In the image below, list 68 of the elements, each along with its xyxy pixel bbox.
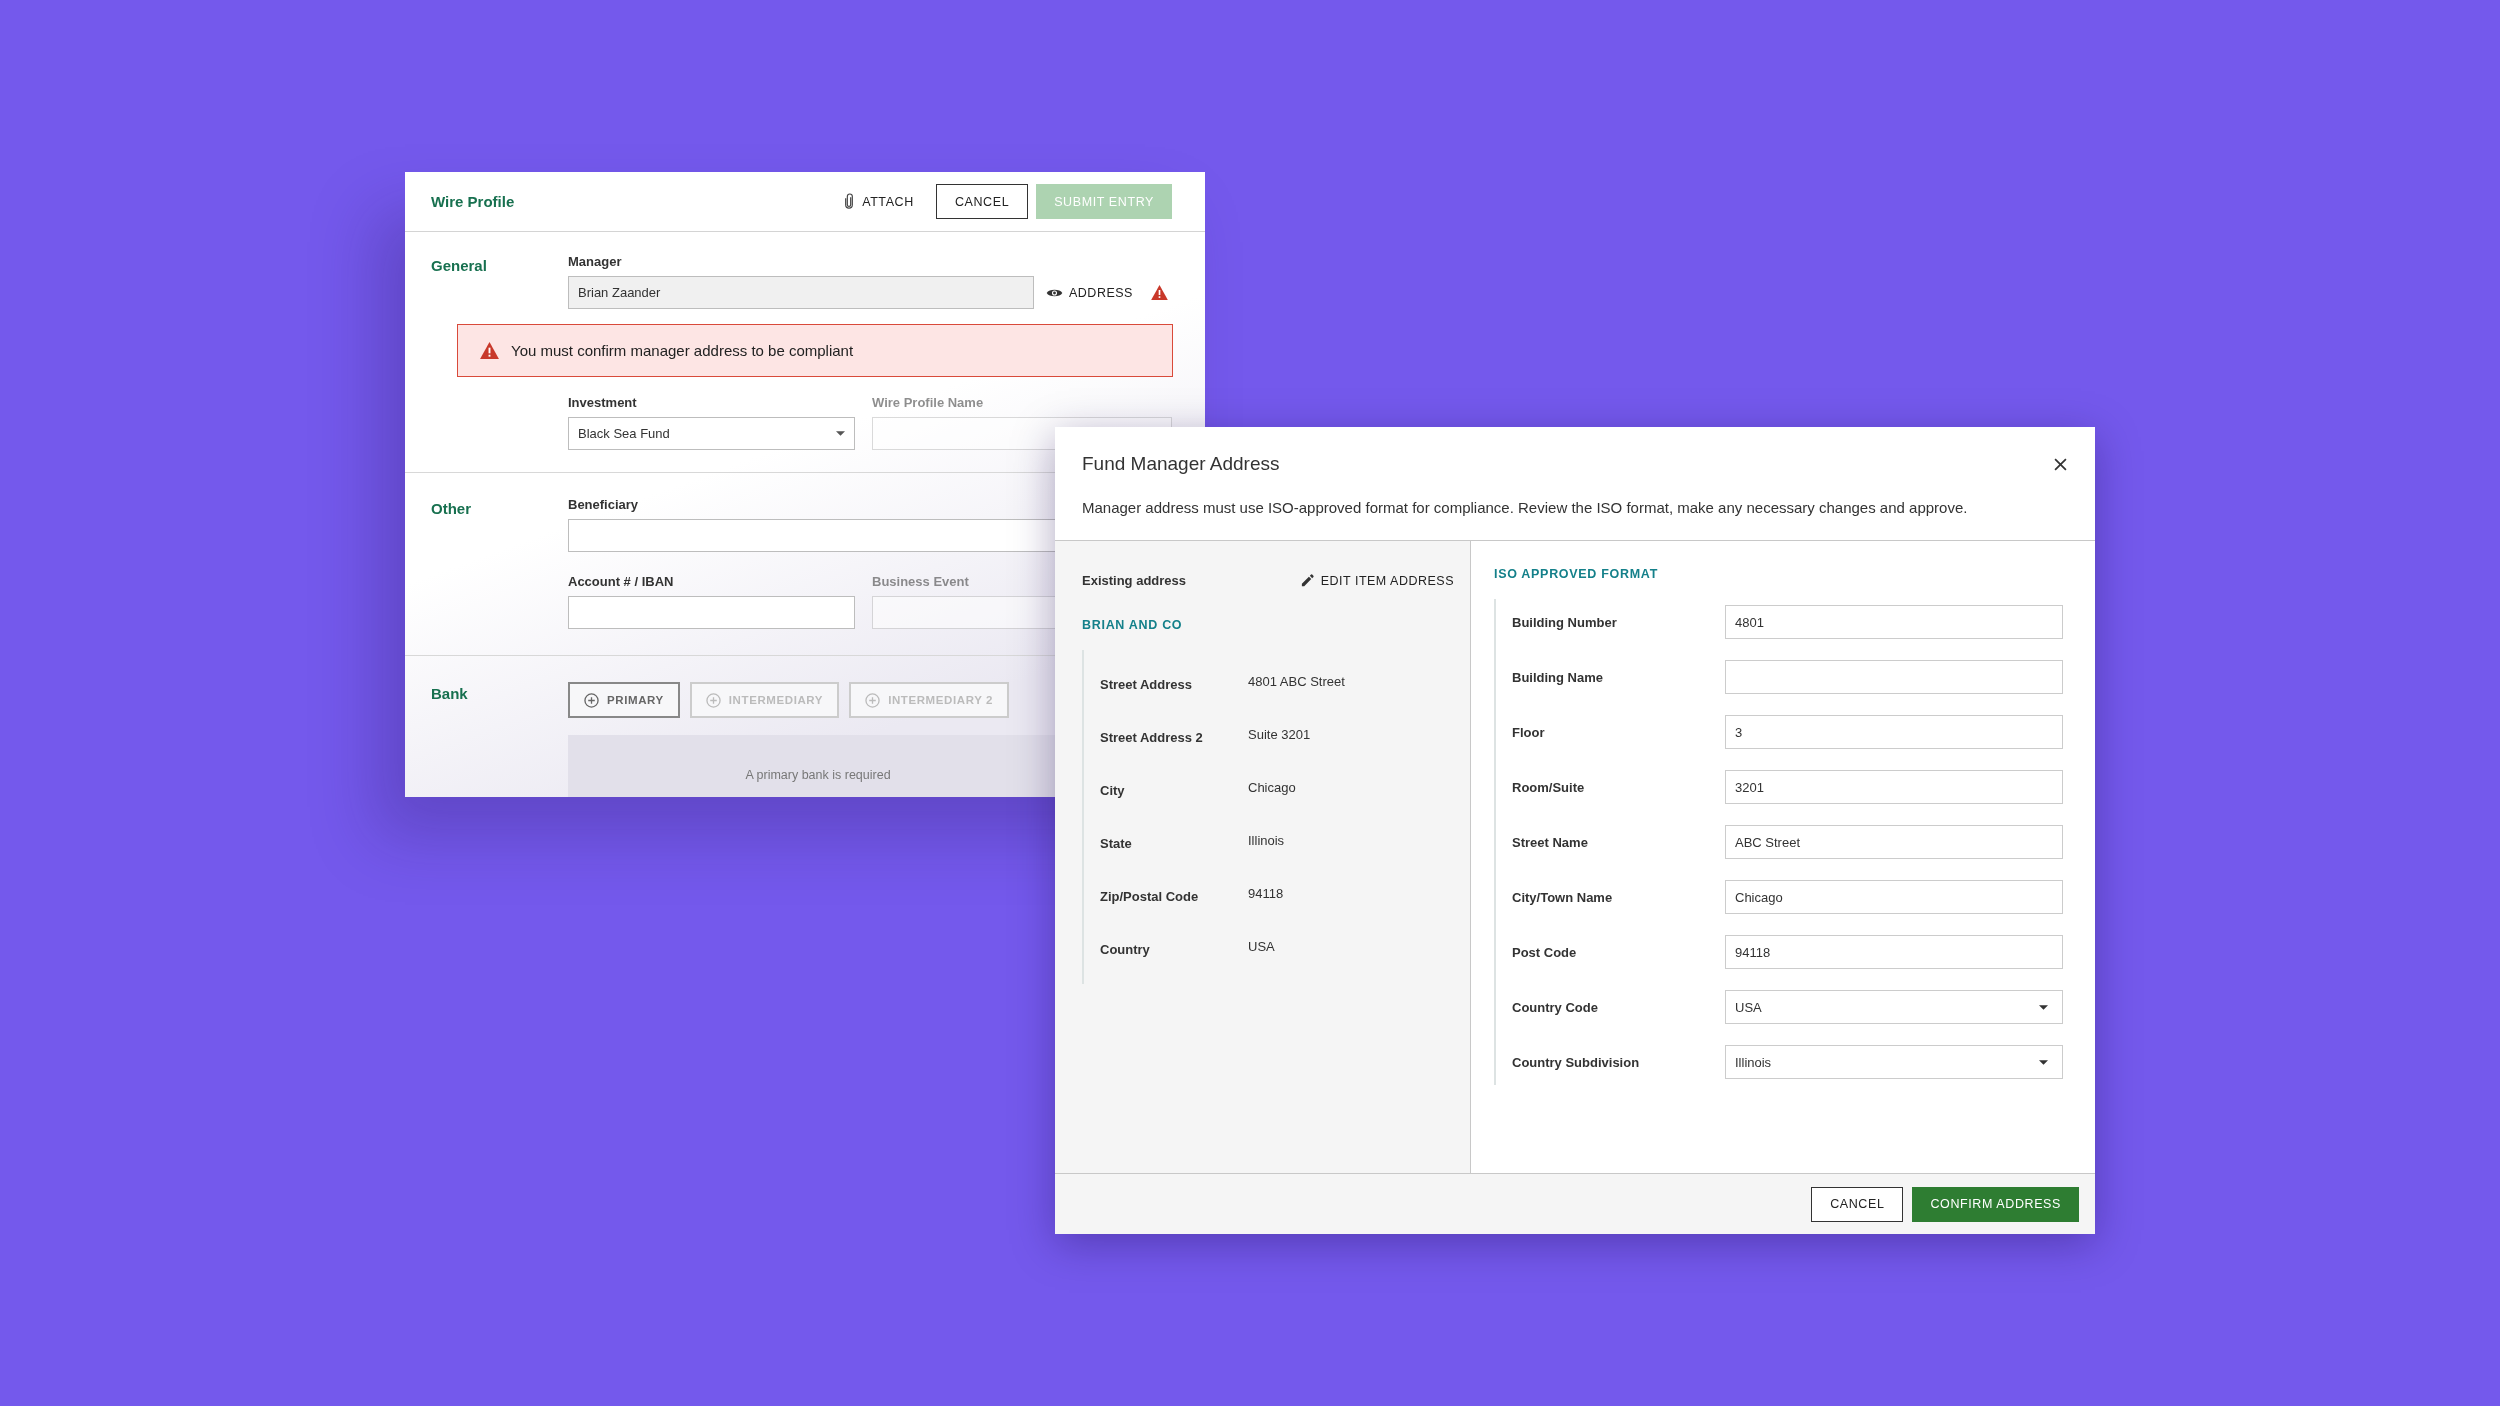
investment-select[interactable]: Black Sea Fund [568,417,855,450]
caret-icon [2039,1004,2048,1010]
section-title: General [431,256,488,276]
warning-icon [480,342,499,359]
address-label: State [1100,836,1133,851]
cancel-button[interactable]: CANCEL [935,184,1029,219]
empty-message: A primary bank is required [745,768,891,782]
field-label: Floor [1512,724,1546,740]
address-value: Illinois [1248,833,1285,848]
confirm-button[interactable]: CONFIRM ADDRESS [1912,1186,2079,1222]
address-label: Street Address 2 [1100,730,1204,745]
address-value: Suite 3201 [1248,727,1311,742]
panel-heading: ISO APPROVED FORMAT [1494,567,1659,581]
field-label: Country Code [1512,999,1599,1015]
field-label: City/Town Name [1512,889,1614,905]
address-label: Country [1100,942,1151,957]
caret-icon [836,431,845,436]
warning-icon [1150,285,1168,300]
field-label: Building Name [1512,669,1604,685]
edit-address-button[interactable]: EDIT ITEM ADDRESS [1299,573,1454,588]
paperclip-icon [844,193,855,210]
field-label: Investment [568,395,637,410]
field-label: Wire Profile Name [872,395,984,410]
address-value: 94118 [1248,886,1284,901]
field-label: Beneficiary [568,497,639,512]
card-title: Wire Profile [431,193,515,210]
alert-message: You must confirm manager address to be compliant [511,342,854,359]
text-field[interactable]: 94118 [1725,935,2063,969]
address-value: USA [1248,939,1275,954]
company-name: BRIAN AND CO [1082,618,1184,632]
caret-icon [2039,1059,2048,1065]
address-value: 4801 ABC Street [1248,674,1345,689]
dialog-description: Manager address must use ISO-approved format for compliance. Review the ISO format, make any necessary changes and approve. [1082,499,1969,516]
text-field[interactable]: Chicago [1725,880,2063,914]
pencil-icon [1299,573,1315,588]
select-field[interactable]: Illinois [1725,1045,2063,1079]
text-field[interactable]: 3201 [1725,770,2063,804]
add-circle-icon [865,692,881,708]
address-link[interactable]: ADDRESS [1042,285,1137,300]
attach-button[interactable]: ATTACH [830,184,928,219]
text-field[interactable]: 3 [1725,715,2063,749]
field-label: Building Number [1512,614,1618,630]
text-field[interactable]: ABC Street [1725,825,2063,859]
address-label: Street Address [1100,677,1193,692]
address-value: Chicago [1248,780,1296,795]
close-icon[interactable] [2054,457,2067,471]
section-title: Other [431,499,472,519]
select-field[interactable]: USA [1725,990,2063,1024]
field-label: Post Code [1512,944,1578,960]
add-circle-icon [584,692,599,708]
field-label: Street Name [1512,834,1589,850]
field-label: Room/Suite [1512,779,1586,795]
address-label: City [1100,783,1126,798]
field-label: Account # / IBAN [568,574,674,589]
section-title: Bank [431,684,469,704]
add-circle-icon [705,692,721,708]
address-label: Zip/Postal Code [1100,889,1200,904]
text-field[interactable] [1725,660,2063,694]
panel-heading: Existing address [1082,573,1187,588]
bank-tab[interactable]: PRIMARY [568,682,680,718]
account-field[interactable] [568,596,855,629]
dialog-title: Fund Manager Address [1082,453,1280,475]
manager-field[interactable]: Brian Zaander [568,276,1034,309]
field-label: Business Event [872,574,969,589]
cancel-button[interactable]: CANCEL [1811,1186,1904,1222]
field-label: Country Subdivision [1512,1054,1641,1070]
field-label: Manager [568,254,622,269]
text-field[interactable]: 4801 [1725,605,2063,639]
